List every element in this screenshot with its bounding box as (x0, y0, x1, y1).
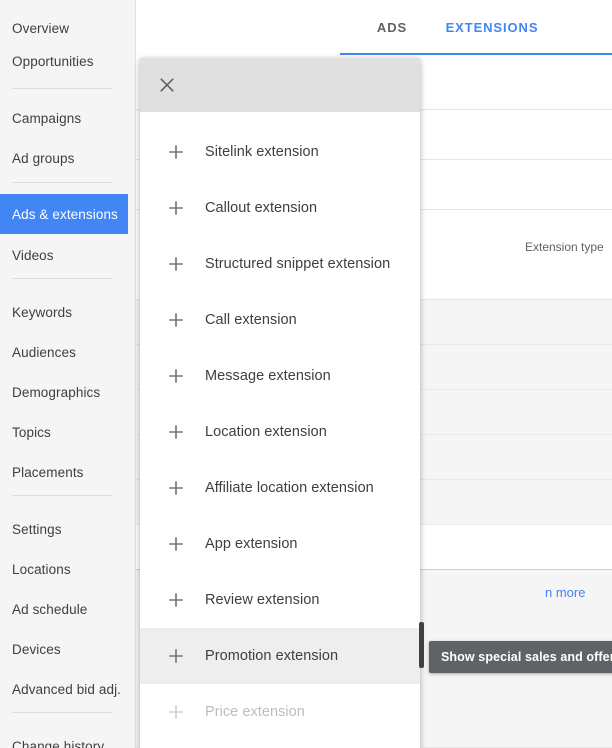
sidebar-divider (12, 88, 112, 89)
sidebar-item-label: Keywords (12, 304, 73, 320)
menu-item-label: Callout extension (205, 200, 318, 216)
sidebar-item-demographics[interactable]: Demographics (0, 372, 136, 412)
plus-icon (164, 644, 188, 668)
menu-item-review-extension[interactable]: Review extension (140, 572, 420, 628)
menu-item-affiliate-location-extension[interactable]: Affiliate location extension (140, 460, 420, 516)
menu-item-sitelink-extension[interactable]: Sitelink extension (140, 124, 420, 180)
sidebar-item-label: Ads & extensions (12, 206, 118, 222)
sidebar-divider (12, 182, 112, 183)
sidebar-item-ad-schedule[interactable]: Ad schedule (0, 589, 136, 629)
sidebar-item-ad-groups[interactable]: Ad groups (0, 138, 136, 178)
menu-item-label: Promotion extension (205, 648, 339, 664)
sidebar-item-keywords[interactable]: Keywords (0, 292, 136, 332)
sidebar-item-label: Demographics (12, 384, 101, 400)
menu-item-promotion-extension[interactable]: Promotion extension (140, 628, 420, 684)
menu-item-callout-extension[interactable]: Callout extension (140, 180, 420, 236)
sidebar-item-label: Campaigns (12, 110, 82, 126)
menu-item-label: Review extension (205, 592, 320, 608)
sidebar-scrollbar[interactable] (128, 0, 135, 748)
sidebar-item-label: Opportunities (12, 53, 94, 69)
menu-item-label: Structured snippet extension (205, 256, 391, 272)
sidebar-item-label: Ad groups (12, 150, 75, 166)
plus-icon (164, 532, 188, 556)
menu-item-price-extension: Price extension (140, 684, 420, 740)
dropdown-scroll-nub[interactable] (419, 622, 424, 668)
plus-icon (164, 252, 188, 276)
menu-item-call-extension[interactable]: Call extension (140, 292, 420, 348)
menu-item-message-extension[interactable]: Message extension (140, 348, 420, 404)
menu-item-app-extension[interactable]: App extension (140, 516, 420, 572)
app-root: Overview Opportunities Campaigns Ad groups A… (0, 0, 612, 748)
tab-label: EXTENSIONS (445, 20, 539, 35)
tab-extensions[interactable]: EXTENSIONS (340, 0, 612, 56)
extension-type-dropdown: Sitelink extension Callout extension Struc… (140, 58, 420, 748)
plus-icon (164, 700, 188, 724)
close-icon[interactable] (154, 72, 180, 98)
menu-item-label: Call extension (205, 312, 297, 328)
sidebar-item-label: Topics (12, 424, 51, 440)
menu-item-label: Price extension (205, 704, 305, 720)
plus-icon (164, 196, 188, 220)
sidebar-item-label: Devices (12, 641, 61, 657)
sidebar-divider (12, 495, 112, 496)
sidebar-item-videos[interactable]: Videos (0, 235, 136, 275)
sidebar-item-topics[interactable]: Topics (0, 412, 136, 452)
sidebar-item-change-history[interactable]: Change history (0, 726, 136, 748)
sidebar-item-label: Ad schedule (12, 601, 88, 617)
tooltip-promotion-extension: Show special sales and offers (429, 641, 612, 673)
sidebar-item-devices[interactable]: Devices (0, 629, 136, 669)
plus-icon (164, 476, 188, 500)
tab-bar: ADS EXTENSIONS (136, 0, 612, 56)
menu-item-label: App extension (205, 536, 298, 552)
plus-icon (164, 364, 188, 388)
sidebar-item-locations[interactable]: Locations (0, 549, 136, 589)
sidebar-item-placements[interactable]: Placements (0, 452, 136, 492)
menu-item-location-extension[interactable]: Location extension (140, 404, 420, 460)
plus-icon (164, 140, 188, 164)
sidebar-item-label: Overview (12, 20, 70, 36)
menu-item-label: Location extension (205, 424, 327, 440)
sidebar-divider (12, 712, 112, 713)
sidebar-item-label: Videos (12, 247, 54, 263)
dropdown-header (140, 58, 420, 112)
menu-item-label: Sitelink extension (205, 144, 319, 160)
menu-item-label: Message extension (205, 368, 331, 384)
plus-icon (164, 420, 188, 444)
sidebar-item-audiences[interactable]: Audiences (0, 332, 136, 372)
menu-item-label: Affiliate location extension (205, 480, 374, 496)
menu-item-structured-snippet-extension[interactable]: Structured snippet extension (140, 236, 420, 292)
sidebar-item-label: Locations (12, 561, 71, 577)
sidebar-item-campaigns[interactable]: Campaigns (0, 98, 136, 138)
sidebar-divider (12, 278, 112, 279)
left-navigation-sidebar: Overview Opportunities Campaigns Ad groups A… (0, 0, 136, 748)
sidebar-item-advanced-bid-adj[interactable]: Advanced bid adj. (0, 669, 136, 709)
sidebar-item-label: Audiences (12, 344, 76, 360)
sidebar-item-opportunities[interactable]: Opportunities (0, 41, 136, 81)
column-header-extension-type[interactable]: Extension type (525, 240, 604, 254)
sidebar-item-label: Settings (12, 521, 62, 537)
sidebar-item-label: Advanced bid adj. (12, 681, 122, 697)
plus-icon (164, 588, 188, 612)
sidebar-item-settings[interactable]: Settings (0, 509, 136, 549)
sidebar-item-label: Change history (12, 738, 105, 748)
sidebar-item-label: Placements (12, 464, 84, 480)
sidebar-item-ads-extensions[interactable]: Ads & extensions (0, 194, 136, 234)
plus-icon (164, 308, 188, 332)
learn-more-link[interactable]: n more (545, 585, 585, 600)
